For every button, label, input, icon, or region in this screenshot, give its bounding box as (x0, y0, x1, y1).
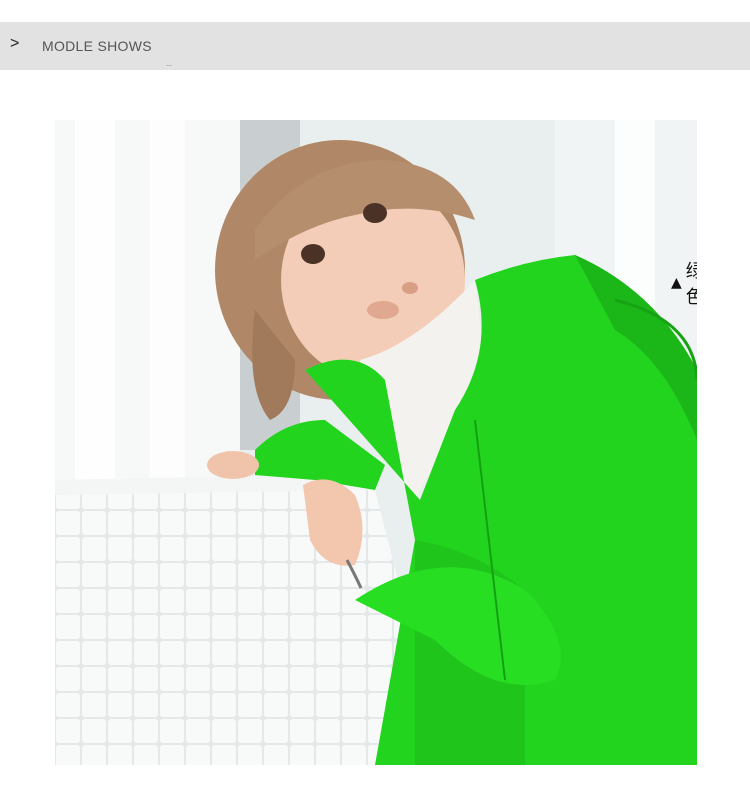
title-underline-mark (166, 65, 172, 66)
model-photo-illustration (55, 120, 697, 765)
chevron-right-icon: > (10, 35, 20, 52)
section-header-bar: > MODLE SHOWS (0, 22, 750, 70)
color-name-label: 绿色 (685, 261, 697, 308)
product-model-photo: ▲ 绿色 (55, 120, 697, 765)
triangle-up-icon: ▲ (671, 275, 682, 291)
color-caption: ▲ 绿色 (671, 257, 697, 309)
section-title: MODLE SHOWS (42, 38, 152, 54)
